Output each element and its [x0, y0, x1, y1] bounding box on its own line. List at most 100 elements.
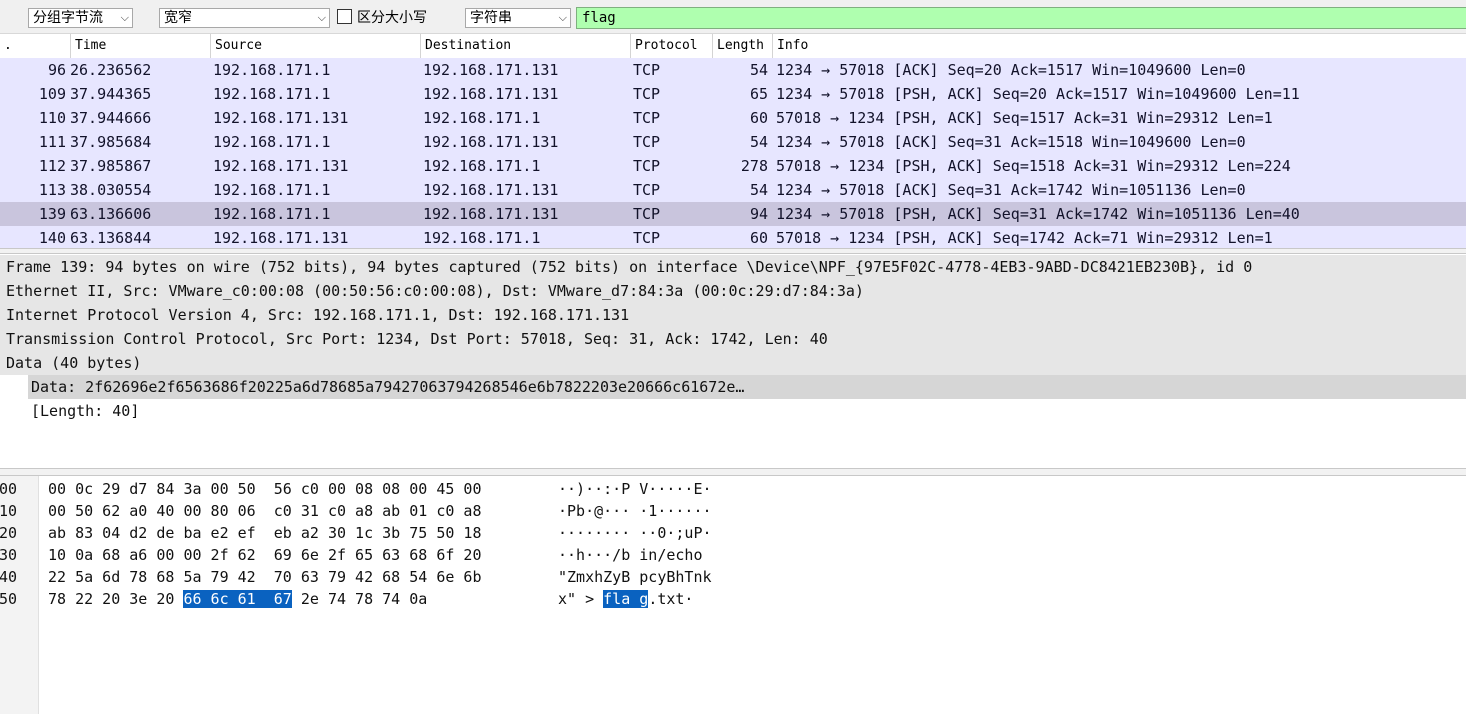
- packet-info: 1234 → 57018 [ACK] Seq=31 Ack=1518 Win=1…: [776, 133, 1246, 151]
- packet-info: 1234 → 57018 [ACK] Seq=20 Ack=1517 Win=1…: [776, 61, 1246, 79]
- hex-match-highlight: 67: [273, 590, 292, 608]
- packet-no: 96: [47, 61, 66, 79]
- packet-row[interactable]: 140 63.136844 192.168.171.131 192.168.17…: [0, 226, 1466, 248]
- packet-time: 37.985867: [70, 157, 152, 175]
- packet-destination: 192.168.171.131: [423, 85, 559, 103]
- packet-source: 192.168.171.1: [213, 133, 331, 151]
- packet-time: 37.944365: [70, 85, 152, 103]
- char-width-select[interactable]: 宽窄 ⌵: [159, 8, 330, 28]
- tree-item-data[interactable]: Data (40 bytes): [0, 351, 1466, 375]
- search-type-select[interactable]: 字符串 ⌵: [465, 8, 571, 28]
- ascii-segment: .txt·: [648, 590, 694, 608]
- packet-time: 38.030554: [70, 181, 152, 199]
- ascii-bytes[interactable]: x" > fla g.txt·: [558, 588, 693, 610]
- packet-row[interactable]: 109 37.944365 192.168.171.1 192.168.171.…: [0, 82, 1466, 106]
- column-header-time[interactable]: Time: [70, 34, 210, 58]
- case-sensitive-checkbox[interactable]: 区分大小写: [337, 8, 427, 28]
- packet-info: 1234 → 57018 [PSH, ACK] Seq=31 Ack=1742 …: [776, 205, 1300, 223]
- packet-time: 63.136606: [70, 205, 152, 223]
- hex-match-highlight: 66 6c 61: [183, 590, 256, 608]
- tree-item-data-field[interactable]: Data: 2f62696e2f6563686f20225a6d78685a79…: [28, 375, 1466, 399]
- char-width-value: 宽窄: [164, 10, 192, 26]
- packet-no: 140: [38, 229, 66, 247]
- tree-item-ip[interactable]: Internet Protocol Version 4, Src: 192.16…: [0, 303, 1466, 327]
- search-in-value: 分组字节流: [33, 10, 103, 26]
- hex-bytes[interactable]: 00 50 62 a0 40 00 80 06 c0 31 c0 a8 ab 0…: [48, 500, 481, 522]
- packet-source: 192.168.171.131: [213, 229, 349, 247]
- checkbox-box[interactable]: [337, 9, 352, 24]
- ascii-bytes[interactable]: ··h···/b in/echo: [558, 544, 712, 566]
- packet-row[interactable]: 111 37.985684 192.168.171.1 192.168.171.…: [0, 130, 1466, 154]
- packet-row[interactable]: 110 37.944666 192.168.171.131 192.168.17…: [0, 106, 1466, 130]
- packet-length: 278: [740, 157, 768, 175]
- ascii-bytes[interactable]: ··)··:·P V·····E·: [558, 478, 712, 500]
- tree-item-length-field[interactable]: [Length: 40]: [28, 399, 139, 423]
- packet-info: 57018 → 1234 [PSH, ACK] Seq=1517 Ack=31 …: [776, 109, 1273, 127]
- hex-bytes[interactable]: 78 22 20 3e 20 66 6c 61 67 2e 74 78 74 0…: [48, 588, 427, 610]
- column-header-length[interactable]: Length: [712, 34, 772, 58]
- byte-offset: 010: [0, 502, 18, 520]
- hex-bytes[interactable]: ab 83 04 d2 de ba e2 ef eb a2 30 1c 3b 7…: [48, 522, 481, 544]
- search-input[interactable]: flag: [576, 7, 1466, 29]
- chevron-down-icon: ⌵: [120, 11, 129, 24]
- packet-no: 109: [38, 85, 66, 103]
- chevron-down-icon: ⌵: [558, 11, 567, 24]
- packet-time: 26.236562: [70, 61, 152, 79]
- packet-length: 65: [749, 85, 768, 103]
- hex-bytes[interactable]: 22 5a 6d 78 68 5a 79 42 70 63 79 42 68 5…: [48, 566, 481, 588]
- packet-protocol: TCP: [633, 229, 661, 247]
- packet-protocol: TCP: [633, 109, 661, 127]
- packet-no: 110: [38, 109, 66, 127]
- packet-no: 112: [38, 157, 66, 175]
- packet-destination: 192.168.171.131: [423, 205, 559, 223]
- packet-protocol: TCP: [633, 205, 661, 223]
- tree-item-tcp[interactable]: Transmission Control Protocol, Src Port:…: [0, 327, 1466, 351]
- byte-offset: 030: [0, 546, 18, 564]
- packet-protocol: TCP: [633, 61, 661, 79]
- packet-row[interactable]: 112 37.985867 192.168.171.131 192.168.17…: [0, 154, 1466, 178]
- tree-item-frame[interactable]: Frame 139: 94 bytes on wire (752 bits), …: [0, 255, 1466, 279]
- packet-protocol: TCP: [633, 133, 661, 151]
- packet-info: 57018 → 1234 [PSH, ACK] Seq=1518 Ack=31 …: [776, 157, 1291, 175]
- tree-item-ethernet[interactable]: Ethernet II, Src: VMware_c0:00:08 (00:50…: [0, 279, 1466, 303]
- packet-destination: 192.168.171.1: [423, 109, 541, 127]
- packet-destination: 192.168.171.1: [423, 229, 541, 247]
- ascii-bytes[interactable]: ·Pb·@··· ·1······: [558, 500, 712, 522]
- packet-source: 192.168.171.131: [213, 157, 349, 175]
- packet-info: 1234 → 57018 [ACK] Seq=31 Ack=1742 Win=1…: [776, 181, 1246, 199]
- search-in-select[interactable]: 分组字节流 ⌵: [28, 8, 133, 28]
- packet-protocol: TCP: [633, 85, 661, 103]
- column-header-source[interactable]: Source: [210, 34, 420, 58]
- column-header-no[interactable]: .: [0, 34, 70, 58]
- packet-no: 139: [38, 205, 66, 223]
- packet-source: 192.168.171.1: [213, 85, 331, 103]
- packet-destination: 192.168.171.131: [423, 133, 559, 151]
- ascii-bytes[interactable]: "ZmxhZyB pcyBhTnk: [558, 566, 712, 588]
- packet-length: 54: [749, 181, 768, 199]
- packet-time: 63.136844: [70, 229, 152, 247]
- column-header-info[interactable]: Info: [772, 34, 1466, 58]
- ascii-match-highlight: fla: [603, 590, 631, 608]
- column-header-protocol[interactable]: Protocol: [630, 34, 712, 58]
- packet-row[interactable]: 113 38.030554 192.168.171.1 192.168.171.…: [0, 178, 1466, 202]
- case-sensitive-label: 区分大小写: [357, 10, 427, 26]
- packet-source: 192.168.171.1: [213, 61, 331, 79]
- hex-segment: 2e 74 78 74 0a: [291, 590, 428, 608]
- chevron-down-icon: ⌵: [317, 11, 326, 24]
- hex-bytes[interactable]: 10 0a 68 a6 00 00 2f 62 69 6e 2f 65 63 6…: [48, 544, 481, 566]
- packet-destination: 192.168.171.1: [423, 157, 541, 175]
- packet-no: 111: [38, 133, 66, 151]
- packet-source: 192.168.171.1: [213, 205, 331, 223]
- byte-offset: 020: [0, 524, 18, 542]
- ascii-match-highlight: g: [639, 590, 649, 608]
- packet-length: 54: [749, 61, 768, 79]
- packet-info: 1234 → 57018 [PSH, ACK] Seq=20 Ack=1517 …: [776, 85, 1300, 103]
- pane-splitter[interactable]: [0, 468, 1466, 476]
- column-header-destination[interactable]: Destination: [420, 34, 630, 58]
- ascii-bytes[interactable]: ········ ··0·;uP·: [558, 522, 712, 544]
- packet-row[interactable]: 96 26.236562 192.168.171.1 192.168.171.1…: [0, 58, 1466, 82]
- ascii-segment: x" >: [558, 590, 604, 608]
- byte-offset: 040: [0, 568, 18, 586]
- hex-bytes[interactable]: 00 0c 29 d7 84 3a 00 50 56 c0 00 08 08 0…: [48, 478, 481, 500]
- packet-row-selected[interactable]: 139 63.136606 192.168.171.1 192.168.171.…: [0, 202, 1466, 226]
